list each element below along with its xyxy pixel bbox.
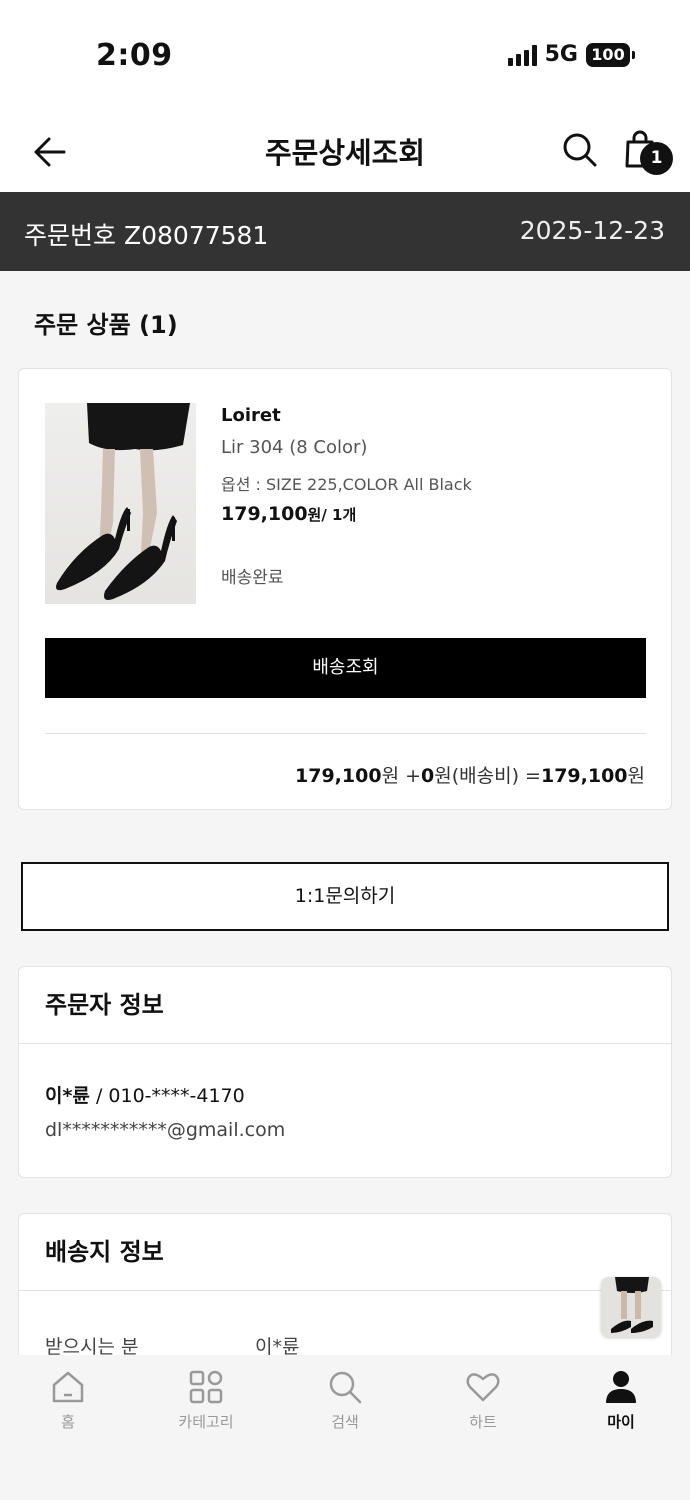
orderer-info-card: 주문자 정보 이*륜 / 010-****-4170 dl***********… (18, 966, 672, 1178)
orderer-name: 이*륜 (45, 1085, 90, 1107)
tab-my-label: 마이 (607, 1413, 635, 1431)
person-icon (606, 1371, 636, 1403)
orderer-contact: 이*륜 / 010-****-4170 (45, 1081, 245, 1108)
inquiry-button[interactable]: 1:1문의하기 (21, 862, 669, 931)
tab-my[interactable]: 마이 (561, 1369, 681, 1432)
search-icon (329, 1371, 362, 1404)
order-number-label: 주문번호 (24, 221, 117, 250)
app-header: 주문상세조회 1 (0, 110, 690, 192)
tab-heart-label: 하트 (469, 1413, 497, 1431)
tab-search-label: 검색 (331, 1413, 359, 1431)
recent-product-thumbnail[interactable] (601, 1277, 661, 1337)
tab-heart[interactable]: 하트 (423, 1369, 543, 1432)
bottom-tab-bar: 홈 카테고리 검색 하트 마이 (0, 1355, 690, 1500)
orderer-phone: / 010-****-4170 (89, 1085, 245, 1107)
product-brand: Loiret (221, 405, 281, 426)
status-indicators: 5G 100 (507, 42, 635, 67)
order-total: 179,100원 +0원(배송비) =179,100원 (295, 761, 645, 788)
product-price: 179,100원/ 1개 (221, 503, 356, 525)
cart-count-badge: 1 (640, 142, 673, 175)
tab-home[interactable]: 홈 (8, 1369, 128, 1432)
order-date: 2025-12-23 (519, 216, 665, 245)
items-unit: 원 + (381, 765, 422, 787)
shipping-info-title: 배송지 정보 (19, 1214, 671, 1291)
product-option: 옵션 : SIZE 225,COLOR All Black (221, 475, 472, 494)
product-card: Loiret Lir 304 (8 Color) 옵션 : SIZE 225,C… (18, 368, 672, 810)
price-unit: 원 (307, 506, 322, 524)
tab-category-label: 카테고리 (178, 1413, 234, 1431)
divider (45, 733, 646, 734)
tab-search[interactable]: 검색 (285, 1369, 405, 1432)
order-number: 주문번호 Z08077581 (24, 216, 268, 252)
category-icon (189, 1370, 223, 1404)
grand-unit: 원 (627, 765, 645, 787)
shipping-label: 원(배송비) = (434, 765, 541, 787)
delivery-status: 배송완료 (221, 568, 284, 588)
tab-category[interactable]: 카테고리 (146, 1369, 266, 1432)
order-number-value: Z08077581 (123, 221, 269, 250)
tab-home-label: 홈 (61, 1413, 75, 1431)
search-icon[interactable] (560, 130, 600, 170)
ordered-products-title: 주문 상품 (1) (34, 311, 178, 339)
status-bar: 2:09 5G 100 (0, 0, 690, 110)
status-time: 2:09 (96, 38, 173, 73)
product-quantity: / 1개 (321, 506, 357, 524)
product-image[interactable] (45, 403, 196, 604)
product-name[interactable]: Lir 304 (8 Color) (221, 437, 367, 458)
signal-icon (507, 44, 537, 66)
battery-icon: 100 (586, 42, 635, 67)
orderer-email: dl***********@gmail.com (45, 1119, 286, 1141)
network-type: 5G (544, 42, 578, 67)
shipping-fee: 0 (421, 765, 435, 787)
items-total: 179,100 (295, 765, 382, 787)
track-delivery-button[interactable]: 배송조회 (45, 638, 646, 698)
heart-icon (466, 1373, 500, 1402)
orderer-info-title: 주문자 정보 (19, 967, 671, 1044)
home-icon (52, 1371, 84, 1403)
order-number-bar: 주문번호 Z08077581 2025-12-23 (0, 192, 690, 271)
price-value: 179,100 (221, 503, 308, 525)
grand-total: 179,100 (540, 765, 628, 787)
